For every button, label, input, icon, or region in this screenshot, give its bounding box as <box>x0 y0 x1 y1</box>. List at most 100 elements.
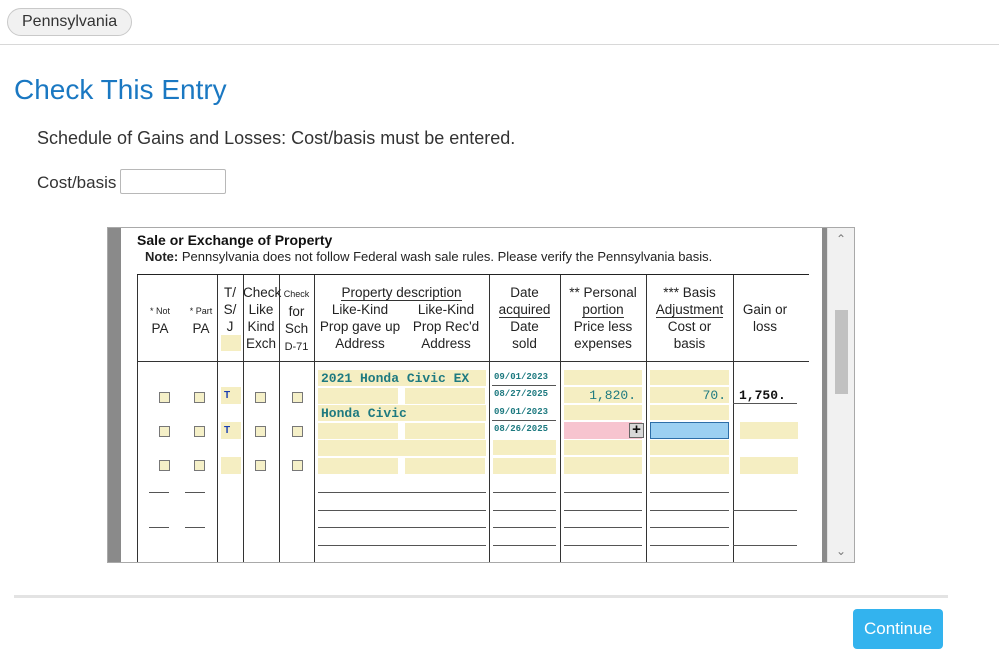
header-property-description: Property description <box>341 285 462 301</box>
price-less-expenses-field[interactable]: 1,820. <box>564 387 642 403</box>
gain-or-loss-field <box>740 422 798 439</box>
price-less-expenses-field[interactable] <box>564 457 642 474</box>
like-kind-gave-field[interactable] <box>318 423 398 439</box>
property-description-field[interactable]: Honda Civic <box>318 405 486 421</box>
form-note: Note: Pennsylvania does not follow Feder… <box>145 249 712 264</box>
empty-row-line <box>493 545 556 546</box>
header-divider <box>0 44 999 45</box>
like-kind-checkbox[interactable] <box>255 460 266 471</box>
form-preview: Sale or Exchange of Property Note: Penns… <box>107 227 855 563</box>
not-pa-checkbox[interactable] <box>159 392 170 403</box>
part-pa-checkbox[interactable] <box>194 426 205 437</box>
gain-or-loss-field <box>740 457 798 474</box>
like-kind-checkbox[interactable] <box>255 392 266 403</box>
tsj-value: T <box>224 390 231 401</box>
tsj-header-field <box>221 335 241 351</box>
empty-row-tick <box>149 492 169 493</box>
empty-row-line <box>318 492 486 493</box>
like-kind-gave-field[interactable] <box>318 388 398 404</box>
like-kind-gave-field[interactable] <box>318 458 398 474</box>
cost-basis-label: Cost/basis <box>37 173 117 192</box>
date-acquired-value: 09/01/2023 <box>494 372 549 382</box>
error-message: Schedule of Gains and Losses: Cost/basis… <box>37 128 516 148</box>
cost-basis-value: 70. <box>702 388 726 403</box>
empty-row-line <box>318 527 486 528</box>
like-kind-recd-field[interactable] <box>405 388 485 404</box>
header-cost-or-basis: Cost or basis <box>667 319 712 351</box>
page-title: Check This Entry <box>14 74 227 105</box>
personal-portion-field[interactable] <box>564 370 642 385</box>
not-pa-checkbox[interactable] <box>159 460 170 471</box>
property-description-field[interactable] <box>318 440 486 456</box>
property-description-field[interactable]: 2021 Honda Civic EX <box>318 370 486 386</box>
header-price-less-expenses: Price less expenses <box>573 319 633 351</box>
property-description-value: 2021 Honda Civic EX <box>321 371 470 386</box>
header-check-sch-d71: Check for Sch D-71 <box>283 289 310 353</box>
empty-row-tick <box>149 527 169 528</box>
empty-row-line <box>493 510 556 511</box>
cost-basis-field[interactable] <box>650 457 729 474</box>
header-tsj: T/S/J <box>223 285 237 334</box>
sch-d71-checkbox[interactable] <box>292 392 303 403</box>
chevron-up-icon[interactable]: ⌃ <box>828 230 854 248</box>
empty-row-line <box>650 510 729 511</box>
basis-adjustment-field[interactable] <box>650 370 729 385</box>
form-scrollbar[interactable]: ⌃ ⌄ <box>827 228 854 562</box>
like-kind-recd-field[interactable] <box>405 458 485 474</box>
gain-or-loss-value: 1,750. <box>739 388 786 403</box>
empty-row-line <box>733 510 797 511</box>
part-pa-checkbox[interactable] <box>194 392 205 403</box>
personal-portion-field[interactable] <box>564 405 642 420</box>
header-check-like-kind: Check Like Kind Exch <box>243 285 282 351</box>
form-left-border <box>108 228 121 562</box>
empty-row-line <box>650 492 729 493</box>
empty-row-line <box>564 510 642 511</box>
tsj-field[interactable] <box>221 457 241 474</box>
header-personal-portion: ** Personal portion <box>569 285 637 318</box>
not-pa-checkbox[interactable] <box>159 426 170 437</box>
header-basis-adjustment: *** Basis Adjustment <box>655 285 724 318</box>
form-note-text: Pennsylvania does not follow Federal was… <box>178 249 713 264</box>
empty-row-line <box>564 545 642 546</box>
basis-adjustment-field[interactable] <box>650 405 729 420</box>
date-sold-value: 08/26/2025 <box>494 424 549 434</box>
empty-row-line <box>733 545 797 546</box>
gain-loss-rule <box>733 403 797 404</box>
header-date-sold: Date sold <box>510 319 539 351</box>
continue-button[interactable]: Continue <box>853 609 943 649</box>
form-sheet: Sale or Exchange of Property Note: Penns… <box>121 228 822 562</box>
empty-row-tick <box>185 527 205 528</box>
header-like-kind-gave-up: Like-Kind Prop gave up Address <box>319 302 401 351</box>
cost-basis-field-active[interactable] <box>650 422 729 439</box>
empty-row-line <box>493 527 556 528</box>
like-kind-recd-field[interactable] <box>405 423 485 439</box>
cost-basis-input[interactable] <box>120 169 226 194</box>
col-border <box>314 275 315 562</box>
header-part-pa: * Part PA <box>189 306 213 336</box>
tsj-value: T <box>224 425 231 436</box>
date-acquired-value: 09/01/2023 <box>494 407 549 417</box>
scrollbar-thumb[interactable] <box>835 310 848 394</box>
cost-basis-field[interactable]: 70. <box>650 387 729 403</box>
empty-row-line <box>650 527 729 528</box>
property-description-value: Honda Civic <box>321 406 407 421</box>
date-acquired-field[interactable] <box>493 440 556 455</box>
form-title: Sale or Exchange of Property <box>137 232 333 248</box>
like-kind-checkbox[interactable] <box>255 426 266 437</box>
basis-adjustment-field[interactable] <box>650 440 729 455</box>
personal-portion-field[interactable] <box>564 440 642 455</box>
footer-divider <box>14 595 948 598</box>
tsj-field[interactable]: T <box>221 422 241 439</box>
chevron-down-icon[interactable]: ⌄ <box>828 542 854 560</box>
form-note-label: Note: <box>145 249 179 264</box>
empty-row-tick <box>185 492 205 493</box>
date-sold-field[interactable] <box>493 458 556 474</box>
price-less-expenses-value: 1,820. <box>589 388 636 403</box>
empty-row-line <box>564 492 642 493</box>
part-pa-checkbox[interactable] <box>194 460 205 471</box>
plus-icon[interactable]: + <box>629 422 644 438</box>
tsj-field[interactable]: T <box>221 387 241 404</box>
sch-d71-checkbox[interactable] <box>292 426 303 437</box>
state-tab-pennsylvania[interactable]: Pennsylvania <box>7 8 133 36</box>
sch-d71-checkbox[interactable] <box>292 460 303 471</box>
